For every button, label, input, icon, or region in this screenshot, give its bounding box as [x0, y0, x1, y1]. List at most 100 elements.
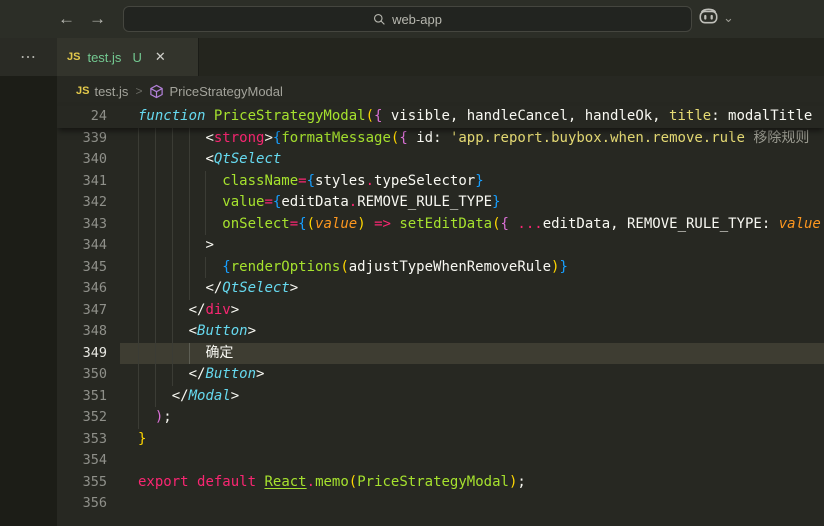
line-number: 342 [82, 194, 107, 210]
line-number: 351 [82, 387, 107, 404]
indent-guide [171, 342, 173, 364]
indent-guide [154, 256, 156, 278]
indent-guide [138, 321, 139, 343]
indent-guide [154, 235, 156, 257]
line-number: 350 [82, 366, 107, 382]
indent-guide [188, 170, 190, 192]
indent-guide [138, 364, 139, 386]
line-number: 339 [82, 129, 107, 146]
code-line-347: 347 </div> [57, 299, 824, 321]
tab-bar: ⋯ JS test.js U ✕ [0, 38, 824, 76]
code-line-content[interactable]: } [120, 429, 824, 451]
indent-guide [205, 256, 207, 278]
indent-guide [138, 407, 139, 429]
code-line-content[interactable]: {renderOptions(adjustTypeWhenRemoveRule)… [120, 256, 824, 278]
tab-testjs[interactable]: JS test.js U ✕ [57, 38, 199, 76]
indent-guide [171, 192, 173, 214]
git-status-badge: U [132, 49, 142, 65]
code-line-349: 349 确定 [57, 342, 824, 364]
indent-guide [188, 256, 190, 278]
line-number: 24 [90, 108, 107, 124]
code-line-content[interactable]: className={styles.typeSelector} [120, 170, 824, 192]
breadcrumb: JS test.js > PriceStrategyModal [57, 76, 824, 106]
code-line-content[interactable]: ); [120, 407, 824, 429]
code-line-343: 343 onSelect={(value) => setEditData({ .… [57, 213, 824, 235]
nav-back-icon[interactable]: ← [58, 9, 75, 29]
indent-guide [188, 127, 190, 149]
breadcrumb-symbol-label: PriceStrategyModal [169, 83, 283, 99]
indent-guide [154, 342, 156, 364]
indent-guide [154, 299, 156, 321]
code-line-340: 340 <QtSelect [57, 149, 824, 171]
indent-guide [138, 385, 139, 407]
code-line-content[interactable]: value={editData.REMOVE_RULE_TYPE} [120, 192, 824, 214]
code-line-353: 353} [57, 429, 824, 451]
tab-filename: test.js [87, 49, 122, 65]
indent-guide [188, 149, 190, 171]
code-line-content[interactable]: export default React.memo(PriceStrategyM… [120, 472, 824, 494]
indent-guide [188, 278, 190, 300]
indent-guide [138, 342, 139, 364]
indent-guide [171, 170, 173, 192]
copilot-menu-button[interactable]: ⌄ [698, 8, 734, 27]
line-number: 344 [82, 237, 107, 253]
copilot-icon [698, 8, 719, 27]
code-line-356: 356 [57, 493, 824, 515]
line-number: 355 [82, 473, 107, 490]
indent-guide [154, 213, 156, 235]
code-line-content[interactable]: function PriceStrategyModal({ visible, h… [120, 106, 824, 128]
indent-guide [188, 192, 190, 214]
line-number: 346 [82, 280, 107, 296]
indent-guide [154, 364, 156, 386]
code-line-342: 342 value={editData.REMOVE_RULE_TYPE} [57, 192, 824, 214]
code-line-344: 344 > [57, 235, 824, 257]
code-line-content[interactable]: </Modal> [120, 385, 824, 407]
code-line-content[interactable]: <Button> [120, 321, 824, 343]
indent-guide [138, 278, 139, 300]
code-line-content[interactable]: </Button> [120, 364, 824, 386]
indent-guide [171, 321, 173, 343]
indent-guide [138, 170, 139, 192]
code-line-content[interactable]: </QtSelect> [120, 278, 824, 300]
indent-guide [188, 213, 190, 235]
indent-guide [171, 127, 173, 149]
code-line-24: 24 function PriceStrategyModal({ visible,… [57, 106, 824, 128]
indent-guide [138, 192, 139, 214]
indent-guide [154, 170, 156, 192]
indent-guide [171, 149, 173, 171]
indent-guide [205, 213, 207, 235]
breadcrumb-symbol[interactable]: PriceStrategyModal [149, 83, 283, 99]
indent-guide [138, 127, 139, 149]
line-number: 341 [82, 172, 107, 189]
code-line-352: 352 ); [57, 407, 824, 429]
code-line-content[interactable]: </div> [120, 299, 824, 321]
breadcrumb-file[interactable]: JS test.js [76, 84, 128, 99]
indent-guide [154, 127, 156, 149]
js-file-icon: JS [76, 85, 90, 97]
code-line-content[interactable]: > [120, 235, 824, 257]
indent-guide [138, 235, 139, 257]
code-line-354: 354 [57, 450, 824, 472]
code-line-content[interactable]: onSelect={(value) => setEditData({ ...ed… [120, 213, 824, 235]
sticky-scroll-line[interactable]: 24 function PriceStrategyModal({ visible,… [57, 106, 824, 128]
code-line-content[interactable] [120, 450, 824, 472]
search-icon [373, 13, 386, 26]
code-line-339: 339 <strong>{formatMessage({ id: 'app.re… [57, 127, 824, 149]
close-icon[interactable]: ✕ [155, 49, 166, 65]
code-line-content[interactable]: <strong>{formatMessage({ id: 'app.report… [120, 127, 824, 149]
editor-actions-overflow-button[interactable]: ⋯ [0, 38, 57, 76]
code-line-351: 351 </Modal> [57, 385, 824, 407]
nav-forward-icon[interactable]: → [89, 9, 106, 29]
code-line-content[interactable] [120, 493, 824, 515]
indent-guide [138, 299, 139, 321]
line-number: 349 [82, 344, 107, 361]
indent-guide [171, 299, 173, 321]
code-line-345: 345 {renderOptions(adjustTypeWhenRemoveR… [57, 256, 824, 278]
indent-guide [154, 321, 156, 343]
code-line-content[interactable]: 确定 [120, 342, 824, 364]
indent-guide [205, 192, 207, 214]
line-number: 343 [82, 215, 107, 232]
command-center-search[interactable]: web-app [123, 6, 692, 32]
code-line-content[interactable]: <QtSelect [120, 149, 824, 171]
line-number: 353 [82, 430, 107, 447]
